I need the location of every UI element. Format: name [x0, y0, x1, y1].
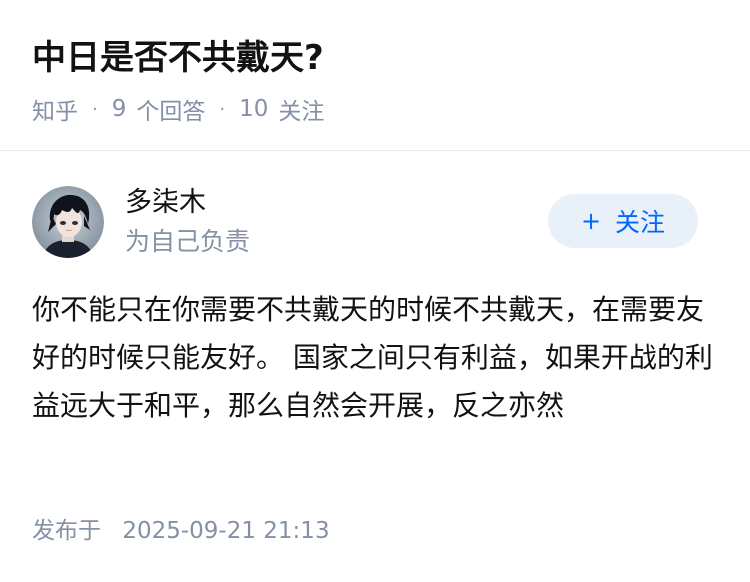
- plus-icon: +: [580, 207, 602, 235]
- question-header: 中日是否不共戴天? 知乎 · 9 个回答 · 10 关注: [0, 0, 750, 151]
- answer-page: 中日是否不共戴天? 知乎 · 9 个回答 · 10 关注 多柒木 为自己负责 +…: [0, 0, 750, 582]
- author-name[interactable]: 多柒木: [125, 185, 206, 221]
- published-label: 发布于: [32, 518, 101, 544]
- follow-button[interactable]: + 关注: [548, 194, 698, 248]
- published-time: 2025-09-21 21:13: [122, 518, 330, 544]
- answer-timestamp: 发布于 2025-09-21 21:13: [32, 514, 330, 548]
- follower-count-label: 关注: [278, 99, 325, 125]
- meta-separator: ·: [92, 98, 98, 120]
- follower-count: 10: [239, 96, 269, 122]
- meta-separator: ·: [219, 98, 226, 120]
- question-title[interactable]: 中日是否不共戴天?: [32, 34, 324, 82]
- answer-count-label: 个回答: [136, 99, 206, 125]
- anime-boy-avatar-icon: [32, 186, 104, 258]
- answer-content[interactable]: 你不能只在你需要不共戴天的时候不共戴天，在需要友好的时候只能友好。 国家之间只有…: [32, 286, 718, 430]
- follow-button-label: 关注: [615, 208, 666, 237]
- source-label[interactable]: 知乎: [32, 92, 78, 126]
- question-meta: 知乎 · 9 个回答 · 10 关注: [32, 92, 325, 126]
- author-headline: 为自己负责: [125, 227, 251, 256]
- avatar[interactable]: [32, 186, 104, 258]
- answer-count: 9: [111, 96, 127, 122]
